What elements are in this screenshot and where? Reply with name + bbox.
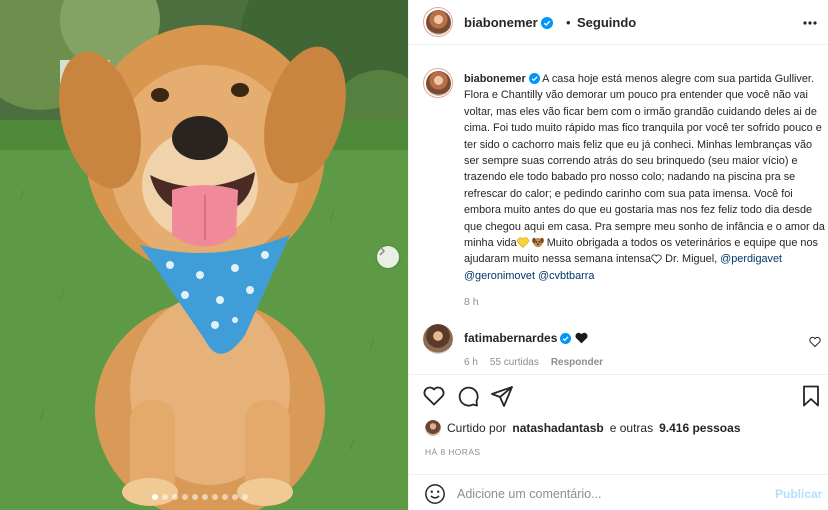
- action-bar: [409, 374, 828, 414]
- caption-author-avatar[interactable]: [423, 68, 453, 98]
- publish-button[interactable]: Publicar: [775, 487, 822, 501]
- chevron-right-icon: [379, 246, 386, 256]
- heart-icon[interactable]: [422, 384, 446, 408]
- caption-text-part-1: A casa hoje está menos alegre com sua pa…: [464, 73, 825, 250]
- bookmark-icon[interactable]: [799, 384, 823, 408]
- post-side-panel: biabonemer • Seguindo biabonemer A casa …: [408, 0, 828, 510]
- verified-icon: [540, 17, 553, 29]
- mention-link[interactable]: @cvbtbarra: [538, 270, 594, 282]
- more-options-icon[interactable]: [801, 14, 819, 32]
- carousel-dot: [222, 494, 228, 500]
- comment-time[interactable]: 6 h: [464, 357, 478, 368]
- verified-icon: [528, 73, 540, 84]
- mention-link[interactable]: @perdigavet: [720, 253, 782, 265]
- commenter-avatar-image: [423, 324, 453, 354]
- share-icon[interactable]: [490, 384, 514, 408]
- comments-area[interactable]: biabonemer A casa hoje está menos alegre…: [409, 46, 828, 374]
- likes-count[interactable]: 9.416 pessoas: [659, 421, 740, 435]
- carousel-dot: [212, 494, 218, 500]
- white-heart-emoji: [651, 254, 662, 265]
- caption-author-avatar-image: [425, 70, 451, 96]
- comment-icon[interactable]: [456, 384, 480, 408]
- following-button[interactable]: Seguindo: [577, 15, 636, 30]
- post-caption: biabonemer A casa hoje está menos alegre…: [464, 71, 826, 284]
- author-avatar[interactable]: [423, 7, 453, 37]
- caption-username[interactable]: biabonemer: [464, 73, 526, 85]
- liked-by: Curtido por natashadantasb e outras 9.41…: [425, 420, 741, 436]
- caption-timestamp[interactable]: 8 h: [464, 296, 479, 308]
- caption-text-part-3: Dr. Miguel,: [662, 253, 721, 266]
- comment-input[interactable]: [457, 483, 757, 505]
- comment-meta: 6 h 55 curtidas Responder: [464, 357, 603, 368]
- carousel-dot: [232, 494, 238, 500]
- liker-avatar-image: [425, 420, 441, 436]
- liked-by-user[interactable]: natashadantasb: [512, 421, 603, 435]
- reply-button[interactable]: Responder: [551, 357, 603, 368]
- liked-by-prefix: Curtido por: [447, 421, 507, 435]
- add-comment-bar: Publicar: [409, 474, 828, 510]
- post-photo[interactable]: [0, 0, 408, 510]
- carousel-dot: [202, 494, 208, 500]
- emoji-icon[interactable]: [424, 483, 446, 505]
- author-username[interactable]: biabonemer: [464, 15, 553, 30]
- carousel-dot: [182, 494, 188, 500]
- carousel-dot: [152, 494, 158, 500]
- carousel-dot: [162, 494, 168, 500]
- verified-icon: [560, 333, 572, 344]
- carousel-next-button[interactable]: [377, 246, 399, 268]
- comment: fatimabernardes: [464, 331, 588, 345]
- black-heart-emoji: [575, 332, 588, 344]
- mention-link[interactable]: @geronimovet: [464, 270, 535, 282]
- liker-avatar[interactable]: [425, 420, 441, 436]
- carousel-dot: [242, 494, 248, 500]
- post-header: biabonemer • Seguindo: [409, 0, 828, 45]
- author-username-text[interactable]: biabonemer: [464, 15, 538, 30]
- dog-emoji: [531, 237, 544, 248]
- author-avatar-image: [425, 9, 451, 35]
- comment-username[interactable]: fatimabernardes: [464, 331, 557, 345]
- commenter-avatar[interactable]: [423, 324, 453, 354]
- dog-photo-illustration: [0, 0, 408, 510]
- header-separator: •: [566, 15, 571, 30]
- liked-by-suffix: e outras: [609, 421, 654, 435]
- post-timestamp[interactable]: HÁ 8 HORAS: [425, 447, 481, 457]
- carousel-dot: [192, 494, 198, 500]
- heart-icon[interactable]: [809, 336, 821, 348]
- comment-likes[interactable]: 55 curtidas: [490, 357, 539, 368]
- carousel-indicator: [152, 494, 248, 500]
- yellow-heart-emoji: [516, 237, 529, 248]
- carousel-dot: [172, 494, 178, 500]
